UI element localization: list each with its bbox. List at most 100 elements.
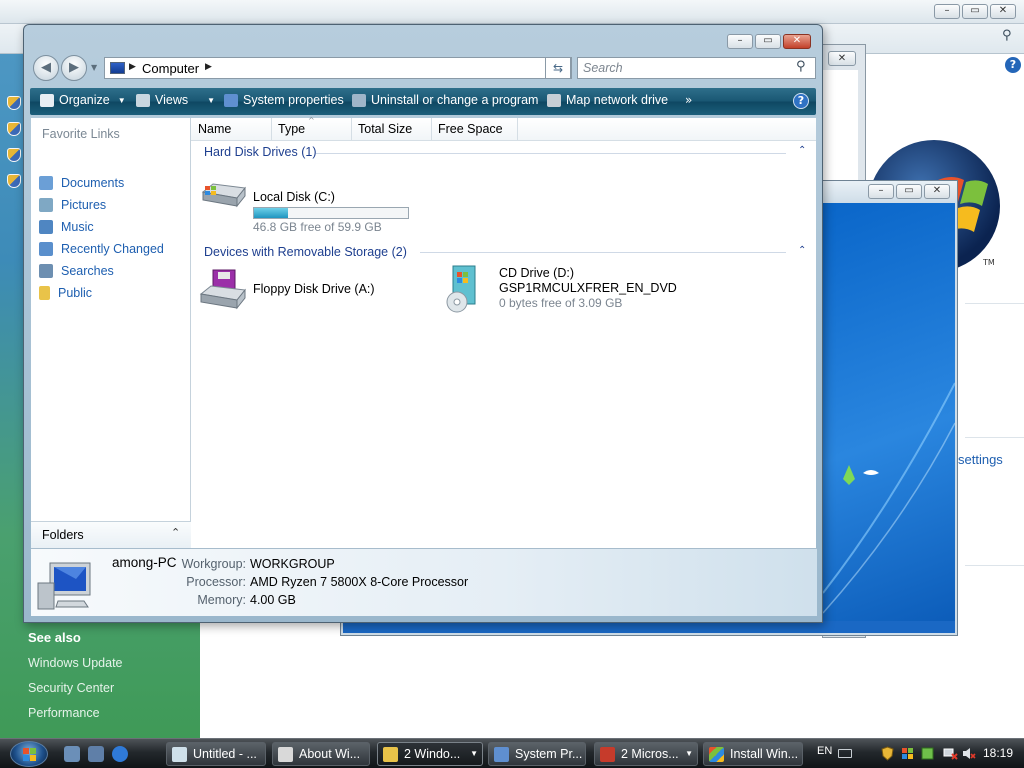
column-header-total-size[interactable]: Total Size (358, 122, 412, 136)
favorite-link-searches[interactable]: Searches (39, 262, 114, 280)
windows-flag-tray-icon[interactable] (900, 746, 915, 761)
network-disconnected-icon[interactable] (943, 746, 958, 761)
breadcrumb-arrow-icon[interactable]: ▶ (205, 62, 212, 72)
keyboard-icon[interactable] (838, 749, 852, 758)
taskbar-button-notepad[interactable]: Untitled - ... (166, 742, 266, 766)
performance-link[interactable]: Performance (28, 706, 100, 720)
group-removable-storage[interactable]: Devices with Removable Storage (2) (204, 245, 407, 259)
column-divider[interactable] (271, 118, 272, 141)
start-button[interactable] (10, 741, 48, 767)
group-divider (316, 153, 786, 154)
taskbar-button-microsoft-group[interactable]: 2 Micros... ▼ (594, 742, 698, 766)
column-header-name[interactable]: Name (198, 122, 231, 136)
security-shield-icon[interactable] (880, 746, 895, 761)
switch-windows-icon[interactable] (88, 746, 104, 762)
show-desktop-icon[interactable] (64, 746, 80, 762)
help-icon[interactable]: ? (793, 93, 809, 109)
forward-button[interactable]: ▶ (61, 55, 87, 81)
group-hard-disk-drives[interactable]: Hard Disk Drives (1) (204, 145, 317, 159)
taskbar-button-system-properties[interactable]: System Pr... (488, 742, 586, 766)
views-button[interactable]: Views ▼ (136, 93, 215, 107)
favorite-links-heading: Favorite Links (42, 127, 120, 141)
maximize-button[interactable]: ▭ (896, 184, 922, 199)
organize-button[interactable]: Organize ▼ (40, 93, 126, 107)
chevron-up-icon: ⌃ (171, 526, 181, 539)
shield-icon (7, 122, 21, 136)
maximize-button[interactable]: ▭ (962, 4, 988, 19)
close-button[interactable]: ✕ (828, 51, 856, 66)
favorite-link-music[interactable]: Music (39, 218, 94, 236)
floppy-drive-icon[interactable] (199, 268, 247, 310)
navigation-pane: Favorite Links Documents Pictures Music … (31, 118, 191, 548)
system-properties-button[interactable]: System properties (224, 93, 344, 107)
disk-usage-fill (254, 208, 288, 218)
more-commands-button[interactable]: » (685, 93, 692, 107)
settings-link[interactable]: settings (958, 452, 1003, 467)
see-also-heading: See also (28, 630, 81, 645)
refresh-button[interactable]: ⇆ (545, 57, 571, 79)
column-header-free-space[interactable]: Free Space (438, 122, 503, 136)
cd-drive-icon[interactable] (443, 264, 485, 314)
uninstall-program-button[interactable]: Uninstall or change a program (352, 93, 538, 107)
windows-start-icon (23, 748, 36, 761)
views-icon (136, 93, 150, 107)
sort-ascending-icon: ^ (308, 116, 315, 125)
windows-update-link[interactable]: Windows Update (28, 656, 123, 670)
minimize-button[interactable]: – (727, 34, 753, 49)
back-button[interactable]: ◀ (33, 55, 59, 81)
folder-icon (383, 746, 398, 762)
close-button[interactable]: ✕ (924, 184, 950, 199)
computer-explorer-window: – ▭ ✕ ◀ ▶ ▼ ▶ Computer ▶ ▼ ⇆ Search ⚲ Or… (23, 24, 823, 623)
clock[interactable]: 18:19 (983, 746, 1013, 760)
group-dropdown-icon: ▼ (470, 749, 478, 758)
close-button[interactable]: ✕ (990, 4, 1016, 19)
favorite-link-recently-changed[interactable]: Recently Changed (39, 240, 164, 258)
windows-setup-icon (709, 746, 724, 762)
map-network-drive-button[interactable]: Map network drive (547, 93, 668, 107)
hard-drive-icon[interactable] (199, 178, 247, 210)
search-icon[interactable]: ⚲ (796, 59, 806, 74)
collapse-group-icon[interactable]: ⌃ (798, 245, 806, 256)
minimize-button[interactable]: – (934, 4, 960, 19)
folder-icon (39, 286, 50, 300)
pictures-icon (39, 198, 53, 212)
workgroup-label: Workgroup: (181, 557, 246, 571)
floppy-drive-a-name[interactable]: Floppy Disk Drive (A:) (253, 282, 375, 296)
taskbar: Untitled - ... About Wi... 2 Windo... ▼ … (0, 738, 1024, 768)
collapse-group-icon[interactable]: ⌃ (798, 145, 806, 156)
documents-icon (39, 176, 53, 190)
volume-icon[interactable] (961, 746, 976, 761)
favorite-link-public[interactable]: Public (39, 284, 92, 302)
security-center-link[interactable]: Security Center (28, 681, 114, 695)
address-bar[interactable]: ▶ Computer ▶ ▼ (104, 57, 572, 79)
breadcrumb-arrow-icon[interactable]: ▶ (129, 62, 136, 72)
column-header-type[interactable]: Type (278, 122, 305, 136)
cleanup-tray-icon[interactable] (920, 746, 935, 761)
taskbar-button-explorer-group[interactable]: 2 Windo... ▼ (377, 742, 483, 766)
recent-pages-dropdown[interactable]: ▼ (91, 63, 97, 72)
language-indicator[interactable]: EN (817, 745, 832, 757)
search-icon[interactable]: ⚲ (1002, 28, 1012, 43)
close-button[interactable]: ✕ (783, 34, 811, 49)
organize-icon (40, 93, 54, 107)
column-divider[interactable] (517, 118, 518, 141)
favorite-link-pictures[interactable]: Pictures (39, 196, 106, 214)
system-properties-icon (224, 93, 238, 107)
maximize-button[interactable]: ▭ (755, 34, 781, 49)
local-disk-c-name[interactable]: Local Disk (C:) (253, 190, 335, 204)
internet-explorer-icon[interactable] (112, 746, 128, 762)
favorite-link-documents[interactable]: Documents (39, 174, 124, 192)
taskbar-button-install-windows[interactable]: Install Win... (703, 742, 803, 766)
folders-toggle[interactable]: Folders ⌃ (31, 521, 191, 548)
column-divider[interactable] (351, 118, 352, 141)
processor-value: AMD Ryzen 7 5800X 8-Core Processor (250, 575, 469, 589)
taskbar-button-about-windows[interactable]: About Wi... (272, 742, 370, 766)
address-breadcrumb[interactable]: Computer (142, 61, 199, 76)
program-icon (600, 746, 615, 762)
cd-drive-d-name[interactable]: CD Drive (D:) (499, 266, 574, 280)
minimize-button[interactable]: – (868, 184, 894, 199)
search-input[interactable]: Search ⚲ (577, 57, 816, 79)
search-placeholder: Search (583, 61, 623, 75)
help-icon[interactable]: ? (1005, 57, 1021, 73)
column-divider[interactable] (431, 118, 432, 141)
